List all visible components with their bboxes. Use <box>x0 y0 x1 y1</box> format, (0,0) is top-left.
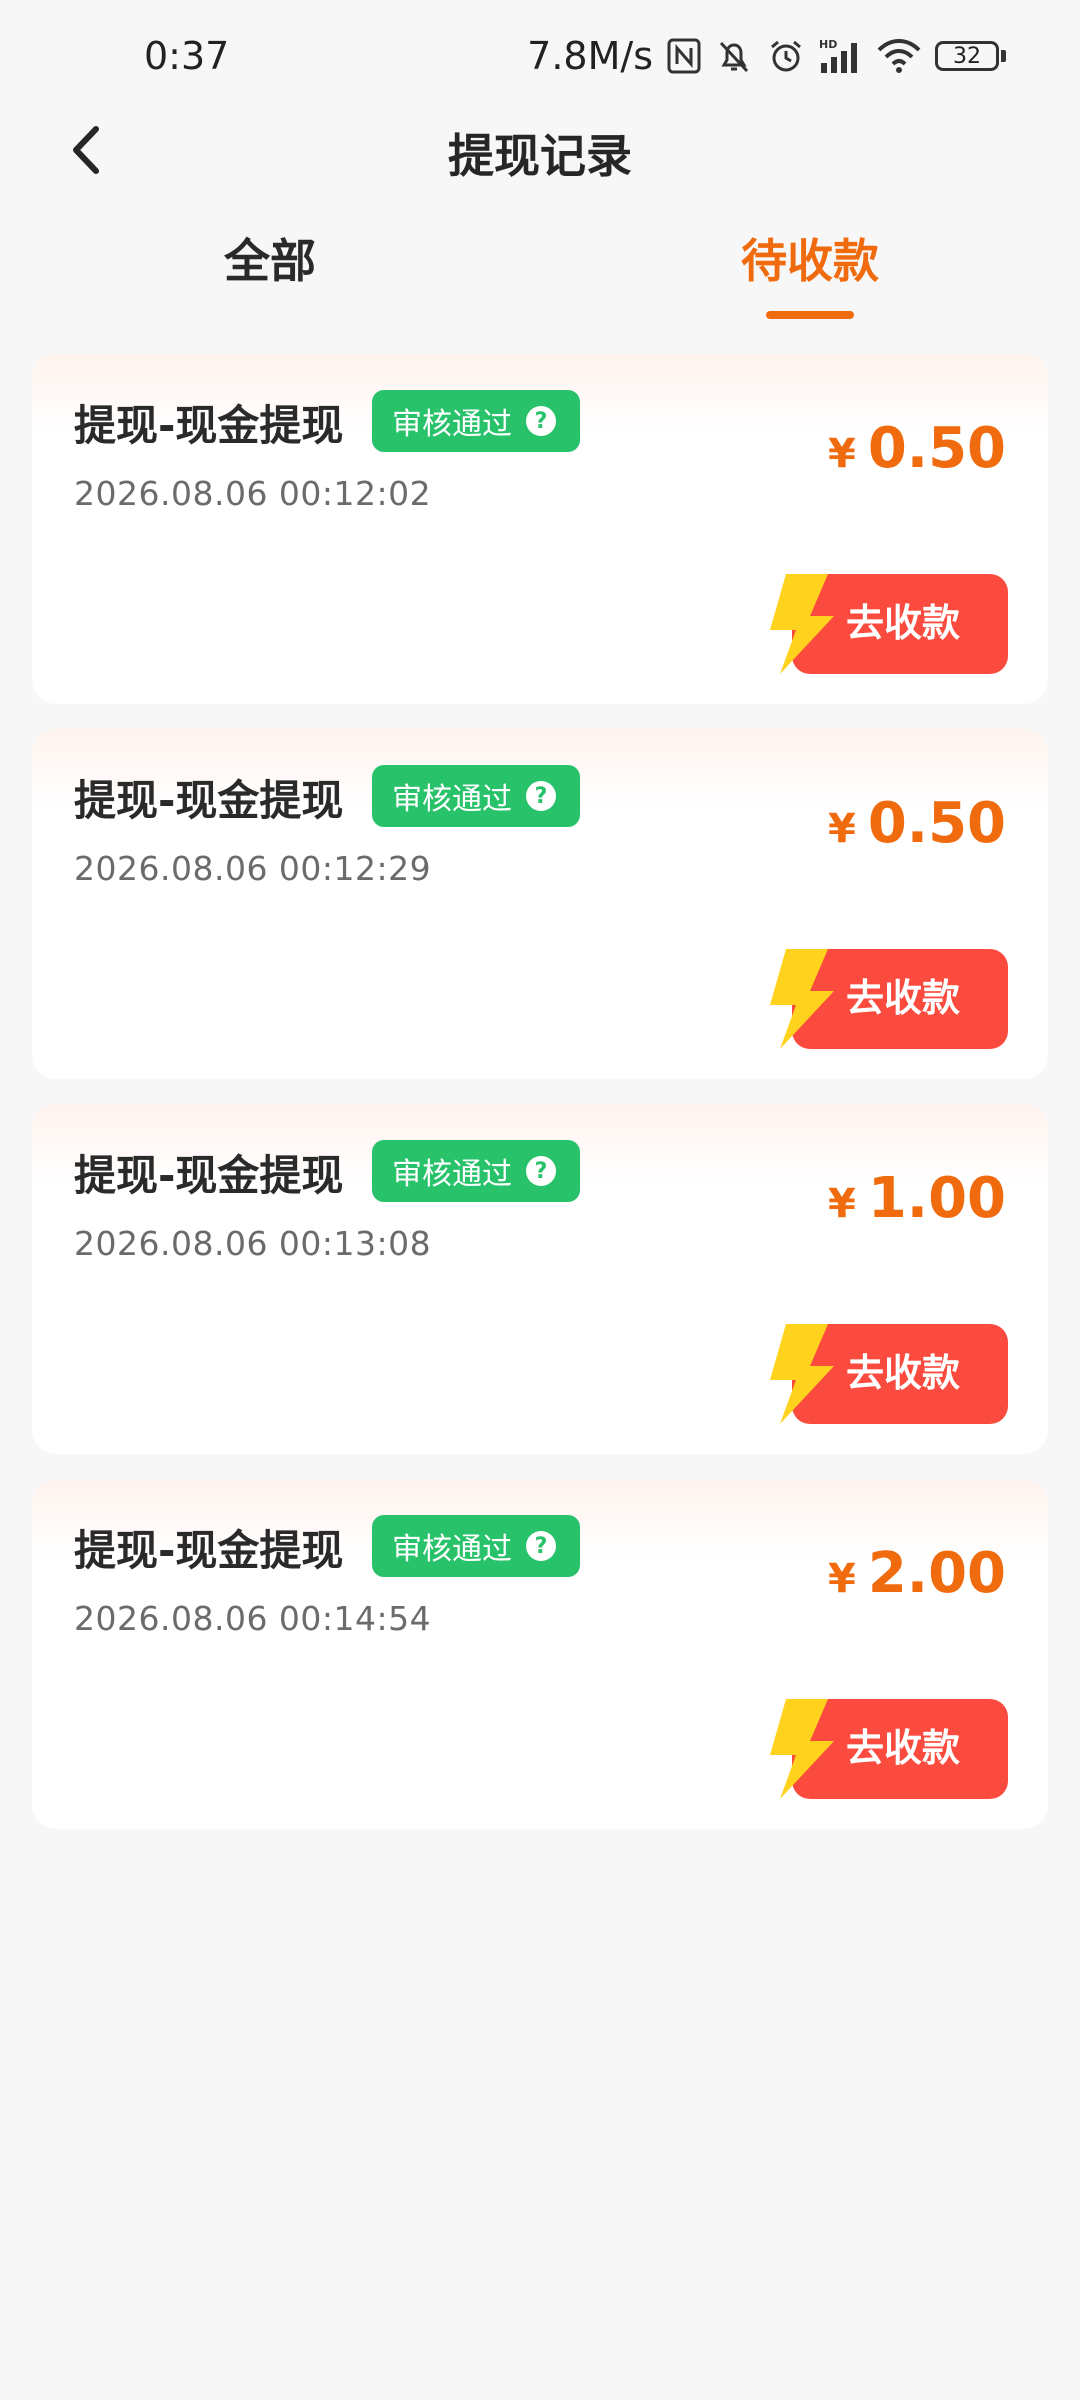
record-card: 提现-现金提现 审核通过 ? 2026.08.06 00:14:54 ¥ 2.0… <box>32 1479 1048 1829</box>
record-time: 2026.08.06 00:14:54 <box>74 1599 432 1638</box>
collect-button[interactable]: 去收款 <box>758 1324 1008 1424</box>
help-icon[interactable]: ? <box>526 1156 556 1186</box>
record-time: 2026.08.06 00:12:29 <box>74 849 432 888</box>
record-title: 提现-现金提现 <box>74 1526 344 1575</box>
help-icon[interactable]: ? <box>526 781 556 811</box>
lightning-icon <box>770 1324 834 1424</box>
status-badge[interactable]: 审核通过 ? <box>372 390 580 452</box>
tab-pending[interactable]: 待收款 <box>660 225 960 291</box>
signal-icon: HD <box>819 37 863 75</box>
collect-button[interactable]: 去收款 <box>758 949 1008 1049</box>
lightning-icon <box>770 949 834 1049</box>
collect-button-label: 去收款 <box>846 1353 961 1395</box>
network-type: HD <box>819 38 837 51</box>
lightning-icon <box>770 574 834 674</box>
network-speed: 7.8M/s <box>527 34 653 78</box>
status-badge[interactable]: 审核通过 ? <box>372 765 580 827</box>
page-title: 提现记录 <box>448 129 632 183</box>
status-badge-label: 审核通过 <box>392 782 512 817</box>
status-icons: 7.8M/s HD 32 <box>527 34 1006 78</box>
amount-value: 2.00 <box>867 1541 1006 1606</box>
currency-symbol: ¥ <box>827 431 856 477</box>
collect-button[interactable]: 去收款 <box>758 1699 1008 1799</box>
record-card: 提现-现金提现 审核通过 ? 2026.08.06 00:13:08 ¥ 1.0… <box>32 1104 1048 1454</box>
currency-symbol: ¥ <box>827 806 856 852</box>
record-time: 2026.08.06 00:13:08 <box>74 1224 432 1263</box>
alarm-icon <box>767 37 805 75</box>
amount-value: 0.50 <box>867 416 1006 481</box>
record-card: 提现-现金提现 审核通过 ? 2026.08.06 00:12:02 ¥ 0.5… <box>32 354 1048 704</box>
collect-button-label: 去收款 <box>846 603 961 645</box>
help-icon[interactable]: ? <box>526 1531 556 1561</box>
record-list: 提现-现金提现 审核通过 ? 2026.08.06 00:12:02 ¥ 0.5… <box>32 354 1048 1854</box>
tab-bar: 全部 待收款 <box>0 225 1080 325</box>
nfc-icon <box>667 38 701 74</box>
collect-button-label: 去收款 <box>846 1728 961 1770</box>
status-badge-label: 审核通过 <box>392 1157 512 1192</box>
status-badge-label: 审核通过 <box>392 1532 512 1567</box>
record-title: 提现-现金提现 <box>74 1151 344 1200</box>
lightning-icon <box>770 1699 834 1799</box>
amount-value: 0.50 <box>867 791 1006 856</box>
record-amount: ¥ 0.50 <box>828 791 1006 856</box>
record-amount: ¥ 2.00 <box>828 1541 1006 1606</box>
collect-button[interactable]: 去收款 <box>758 574 1008 674</box>
wifi-icon <box>877 38 921 74</box>
status-bar: 0:37 7.8M/s HD 32 <box>0 0 1080 120</box>
tab-all[interactable]: 全部 <box>120 225 420 291</box>
currency-symbol: ¥ <box>827 1556 856 1602</box>
currency-symbol: ¥ <box>827 1181 856 1227</box>
record-amount: ¥ 1.00 <box>828 1166 1006 1231</box>
record-title: 提现-现金提现 <box>74 401 344 450</box>
amount-value: 1.00 <box>867 1166 1006 1231</box>
status-time: 0:37 <box>144 34 230 78</box>
collect-button-label: 去收款 <box>846 978 961 1020</box>
record-amount: ¥ 0.50 <box>828 416 1006 481</box>
status-badge-label: 审核通过 <box>392 407 512 442</box>
record-title: 提现-现金提现 <box>74 776 344 825</box>
status-badge[interactable]: 审核通过 ? <box>372 1515 580 1577</box>
battery-level: 32 <box>935 41 999 71</box>
record-time: 2026.08.06 00:12:02 <box>74 474 432 513</box>
header: 提现记录 <box>0 110 1080 190</box>
help-icon[interactable]: ? <box>526 406 556 436</box>
status-badge[interactable]: 审核通过 ? <box>372 1140 580 1202</box>
record-card: 提现-现金提现 审核通过 ? 2026.08.06 00:12:29 ¥ 0.5… <box>32 729 1048 1079</box>
mute-bell-icon <box>715 37 753 75</box>
battery-icon: 32 <box>935 41 1006 71</box>
active-tab-indicator <box>766 311 854 319</box>
